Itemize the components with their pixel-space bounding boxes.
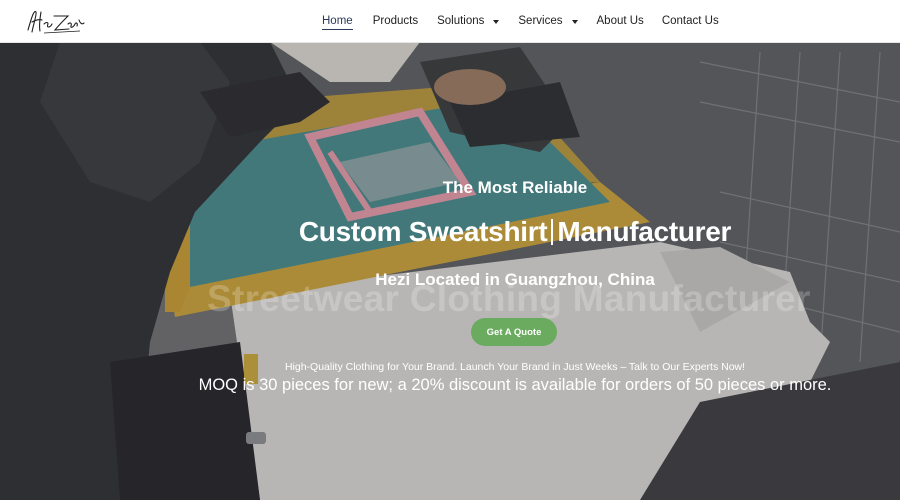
nav-item-solutions[interactable]: Solutions (437, 0, 500, 42)
site-header: Home Products Solutions Services About U… (0, 0, 900, 43)
nav-item-home[interactable]: Home (322, 0, 353, 42)
nav-item-contact-us[interactable]: Contact Us (662, 0, 719, 42)
headline-part-1: Custom Sweatshirt (298, 216, 548, 247)
nav-label: About Us (596, 15, 644, 27)
nav-label: Services (518, 15, 563, 27)
nav-label: Products (372, 15, 419, 27)
hero-location: Hezi Located in Guangzhou, China (375, 270, 655, 289)
logo-signature-icon (27, 11, 85, 34)
nav-item-services[interactable]: Services (518, 0, 578, 42)
headline-part-2: Manufacturer (557, 216, 732, 247)
nav-label: Home (322, 15, 353, 27)
hero-moq: MOQ is 30 pieces for new; a 20% discount… (198, 376, 832, 394)
hero-tagline: High-Quality Clothing for Your Brand. La… (284, 361, 746, 373)
main-nav: Home Products Solutions Services About U… (322, 0, 719, 42)
nav-label: Solutions (437, 15, 485, 27)
get-quote-button[interactable]: Get A Quote (471, 318, 557, 346)
chevron-down-icon (493, 19, 500, 24)
nav-label: Contact Us (661, 15, 719, 27)
nav-item-products[interactable]: Products (373, 0, 418, 42)
hero-headline: Custom Sweatshirt Manufacturer (0, 216, 900, 248)
chevron-down-icon (571, 19, 578, 24)
hero-kicker: The Most Reliable (442, 178, 588, 197)
brand-logo[interactable] (24, 6, 88, 36)
nav-item-about-us[interactable]: About Us (597, 0, 644, 42)
headline-cursor (551, 219, 554, 245)
